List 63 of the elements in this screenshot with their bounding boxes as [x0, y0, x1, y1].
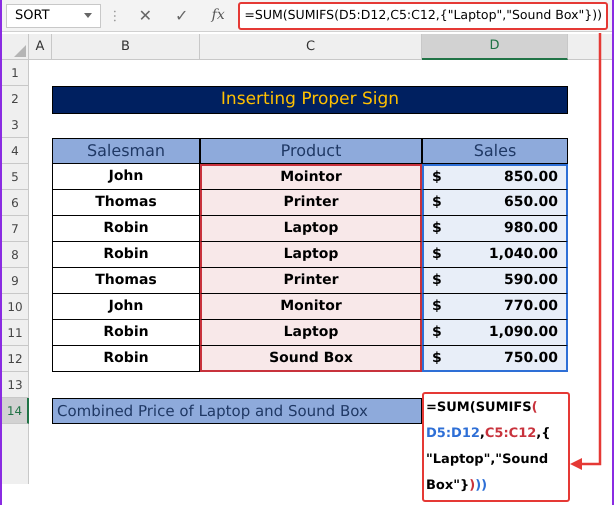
select-all-corner[interactable]: [2, 34, 29, 60]
currency-symbol: $: [432, 297, 442, 316]
amount: 980.00: [504, 219, 558, 238]
amount: 770.00: [504, 297, 558, 316]
table-cell: Monitor: [200, 294, 422, 320]
row-header[interactable]: 9: [2, 268, 29, 294]
column-header[interactable]: B: [52, 34, 200, 60]
row-header[interactable]: 8: [2, 242, 29, 268]
corner-triangle-icon: [14, 45, 26, 57]
formula-line: D5:D12,C5:C12,{: [426, 425, 552, 443]
row-header[interactable]: 14: [2, 398, 29, 424]
row-header[interactable]: 2: [2, 86, 29, 114]
row-header[interactable]: 11: [2, 320, 29, 346]
row-header[interactable]: 7: [2, 216, 29, 242]
insert-function-button[interactable]: fx: [202, 5, 234, 26]
amount: 850.00: [504, 168, 558, 187]
formula-line: "Laptop","Sound: [426, 451, 550, 469]
row-header[interactable]: 4: [2, 138, 29, 164]
table-cell: Printer: [200, 190, 422, 216]
row-header-strip: [2, 424, 29, 484]
enter-button[interactable]: ✓: [166, 4, 198, 28]
amount: 1,090.00: [488, 323, 558, 342]
row-header[interactable]: 10: [2, 294, 29, 320]
column-header[interactable]: C: [200, 34, 422, 60]
cancel-button[interactable]: ✕: [129, 4, 162, 28]
table-cell: Laptop: [200, 242, 422, 268]
caret-icon: [84, 13, 92, 18]
formula-cell[interactable]: =SUM(SUMIFS( D5:D12,C5:C12,{ "Laptop","Sound Box"}))): [422, 392, 570, 502]
table-cell: Laptop: [200, 216, 422, 242]
row-header[interactable]: 13: [2, 372, 29, 398]
table-cell: Sound Box: [200, 346, 422, 372]
currency-symbol: $: [432, 348, 442, 368]
currency-symbol: $: [432, 193, 442, 212]
column-heading: Sales: [422, 138, 568, 164]
currency-symbol: $: [432, 168, 442, 187]
amount: 1,040.00: [488, 245, 558, 264]
row-header[interactable]: 3: [2, 112, 29, 138]
currency-symbol: $: [432, 271, 442, 290]
row-header[interactable]: 12: [2, 346, 29, 372]
amount: 750.00: [504, 348, 558, 368]
table-cell: Mointor: [200, 164, 422, 190]
column-heading: Product: [200, 138, 422, 164]
title-banner: Inserting Proper Sign: [52, 86, 568, 114]
amount: 590.00: [504, 271, 558, 290]
column-header[interactable]: A: [29, 34, 52, 60]
currency-symbol: $: [432, 323, 442, 342]
row-header[interactable]: 5: [2, 164, 29, 190]
currency-symbol: $: [432, 219, 442, 238]
name-box[interactable]: SORT: [6, 4, 102, 28]
amount: 650.00: [504, 193, 558, 212]
formula-line: Box"}))): [426, 477, 488, 495]
drag-handle-icon[interactable]: [113, 8, 118, 22]
result-label: Combined Price of Laptop and Sound Box: [52, 398, 422, 424]
table-cell: Laptop: [200, 320, 422, 346]
column-header-strip: [568, 34, 612, 60]
row-header[interactable]: 6: [2, 190, 29, 216]
row-header[interactable]: 1: [2, 60, 29, 86]
formula-field[interactable]: =SUM(SUMIFS(D5:D12,C5:C12,{"Laptop","Sound Box"})): [238, 2, 608, 30]
column-heading: Salesman: [52, 138, 200, 164]
column-header[interactable]: D: [422, 34, 568, 60]
currency-symbol: $: [432, 245, 442, 264]
formula-line: =SUM(SUMIFS(: [426, 399, 539, 417]
table-cell: Printer: [200, 268, 422, 294]
